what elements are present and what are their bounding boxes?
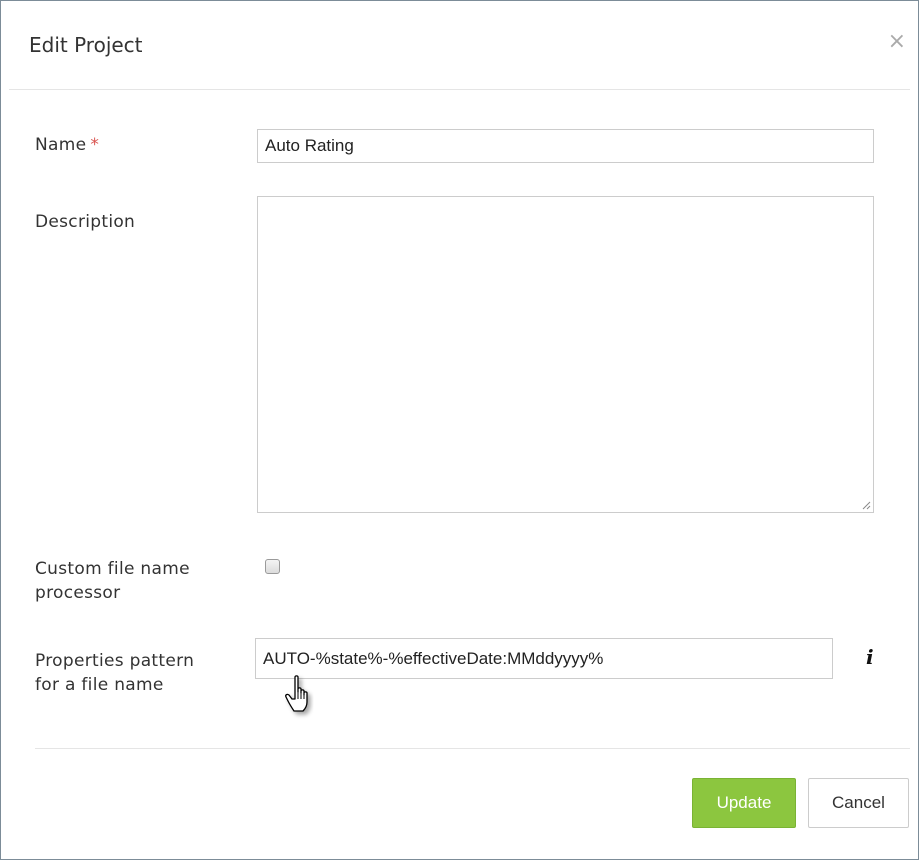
description-textarea[interactable] — [257, 196, 874, 513]
custom-processor-checkbox[interactable] — [265, 559, 280, 574]
description-label: Description — [35, 212, 136, 232]
dialog-header: Edit Project × — [9, 9, 910, 90]
name-input[interactable]: Auto Rating — [257, 129, 874, 163]
custom-processor-label-line2: processor — [35, 583, 121, 603]
pattern-label-line1: Properties pattern — [35, 651, 195, 671]
pattern-label-line2: for a file name — [35, 675, 164, 695]
resize-grip-icon[interactable] — [861, 500, 871, 510]
close-icon[interactable]: × — [888, 31, 906, 53]
name-input-value: Auto Rating — [265, 136, 354, 155]
pattern-label: Properties pattern for a file name — [35, 649, 194, 697]
pattern-input[interactable]: AUTO-%state%-%effectiveDate:MMddyyyy% — [255, 638, 833, 679]
dialog-content: Edit Project × Name * Auto Rating Descrip… — [9, 9, 910, 851]
dialog-title: Edit Project — [29, 33, 143, 57]
custom-processor-label: Custom file name processor — [35, 557, 190, 605]
cancel-button[interactable]: Cancel — [808, 778, 909, 828]
name-label: Name * — [35, 133, 99, 157]
pattern-input-value: AUTO-%state%-%effectiveDate:MMddyyyy% — [263, 648, 604, 668]
name-label-text: Name — [35, 135, 87, 155]
required-marker: * — [90, 135, 100, 155]
hand-pointer-icon — [285, 675, 308, 712]
custom-processor-label-line1: Custom file name — [35, 559, 190, 579]
info-icon[interactable]: i — [866, 645, 874, 669]
footer-divider — [35, 748, 910, 749]
edit-project-dialog: Edit Project × Name * Auto Rating Descrip… — [0, 0, 919, 860]
update-button[interactable]: Update — [692, 778, 796, 828]
